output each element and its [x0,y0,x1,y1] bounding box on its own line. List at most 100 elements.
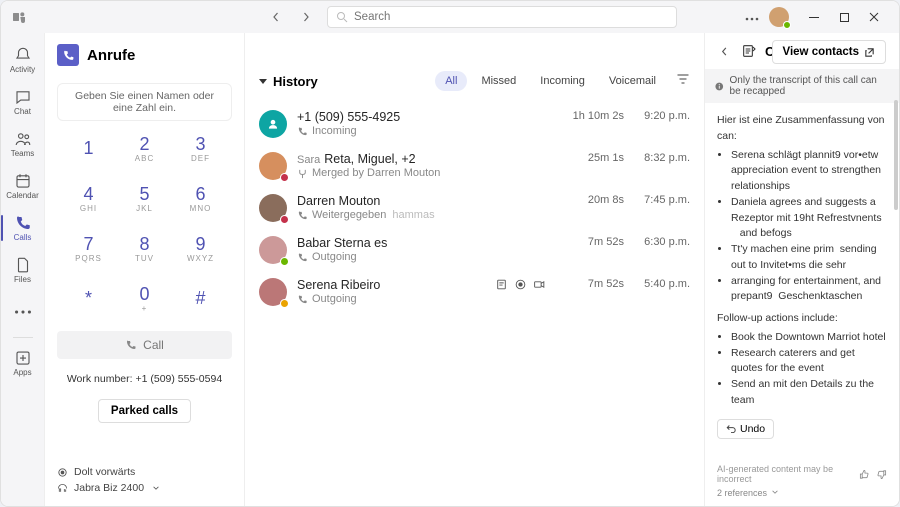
scrollbar[interactable] [894,100,898,210]
rail-chat[interactable]: Chat [1,81,45,123]
row-subtitle: Outgoing [297,251,550,263]
recap-back-button[interactable] [715,42,733,60]
rail-teams[interactable]: Teams [1,123,45,165]
recap-bullet: Serena schlägt plannit9 vor•etw apprecia… [731,148,887,195]
device-selector[interactable]: Jabra Biz 2400 [57,480,232,496]
history-row[interactable]: Serena RibeiroOutgoing7m 52s5:40 p.m. [245,271,704,313]
transcript-icon[interactable] [495,278,508,291]
row-duration: 7m 52s [568,236,624,248]
minimize-button[interactable] [799,6,829,28]
dialer-panel: Anrufe Geben Sie einen Namen oder eine Z… [45,33,245,506]
presence-badge [783,21,791,29]
thumbs-down-icon[interactable] [876,469,887,480]
dialpad-key-6[interactable]: 6MNO [173,173,229,223]
history-row[interactable]: +1 (509) 555-4925Incoming1h 10m 2s9:20 p… [245,103,704,145]
avatar [259,236,287,264]
presence-dot [280,173,289,182]
row-duration: 20m 8s [568,194,624,206]
row-title: Serena Ribeiro [297,278,485,292]
presence-dot [280,299,289,308]
video-icon[interactable] [533,278,546,291]
calls-tile-icon [57,44,79,66]
recap-icon [741,43,757,59]
recap-references[interactable]: 2 references [705,488,899,506]
row-title: Babar Sterna es [297,236,550,250]
history-title[interactable]: History [259,74,318,89]
recap-followup: Send an mit den Details zu the team [731,377,887,409]
row-title: Darren Mouton [297,194,550,208]
dial-input[interactable]: Geben Sie einen Namen oder eine Zahl ein… [57,83,232,121]
rail-activity[interactable]: Activity [1,39,45,81]
recap-followup: Book the Downtown Marriot hotel [731,330,887,346]
presence-dot [280,257,289,266]
avatar [259,194,287,222]
history-row[interactable]: Babar Sterna esOutgoing 7m 52s 6:30 p.m. [245,229,704,271]
user-avatar[interactable] [769,7,789,27]
history-row[interactable]: Darren MoutonWeitergegebenhammas20m 8s7:… [245,187,704,229]
recap-followup: Research caterers and get quotes for the… [731,346,887,378]
dialpad-key-8[interactable]: 8TUV [117,223,173,273]
view-contacts-button[interactable]: View contacts [772,40,887,64]
dialpad-key-2[interactable]: 2ABC [117,123,173,173]
close-button[interactable] [859,6,889,28]
nav-forward-button[interactable] [295,6,317,28]
row-subtitle: Outgoing [297,293,485,305]
filter-icon[interactable] [676,72,690,91]
record-icon[interactable] [514,278,527,291]
row-subtitle: Merged by Darren Mouton [297,167,550,179]
avatar [259,278,287,306]
history-filters: All Missed Incoming Voicemail [435,71,690,91]
filter-incoming[interactable]: Incoming [530,71,595,91]
dialpad: 12ABC3DEF 4GHI5JKL6MNO 7PQRS8TUV9WXYZ *0+# [61,123,229,323]
titlebar [1,1,899,33]
row-title: +1 (509) 555-4925 [297,110,550,124]
search-icon [336,11,348,23]
recap-panel: Call recap Only the transcript of this c… [704,33,899,506]
rail-more[interactable] [1,291,45,333]
forward-setting[interactable]: Dolt vorwärts [57,464,232,480]
filter-voicemail[interactable]: Voicemail [599,71,666,91]
rail-calendar[interactable]: Calendar [1,165,45,207]
dialpad-key-0[interactable]: 0+ [117,273,173,323]
info-icon [715,81,724,92]
open-icon [864,47,875,58]
dialpad-key-4[interactable]: 4GHI [61,173,117,223]
recap-bullet: Daniela agrees and suggests a Rezeptor m… [731,195,887,242]
dialpad-key-*[interactable]: * [61,273,117,323]
history-row[interactable]: SaraReta, Miguel, +2Merged by Darren Mou… [245,145,704,187]
undo-icon [726,423,736,433]
rail-files[interactable]: Files [1,249,45,291]
thumbs-up-icon[interactable] [859,469,870,480]
row-duration: 1h 10m 2s [568,110,624,122]
row-time: 6:30 p.m. [634,236,690,248]
dialpad-key-5[interactable]: 5JKL [117,173,173,223]
dialpad-key-#[interactable]: # [173,273,229,323]
search-input[interactable] [354,11,668,23]
avatar [259,152,287,180]
dialpad-key-7[interactable]: 7PQRS [61,223,117,273]
history-panel: View contacts History All Missed Incomin… [245,33,704,506]
maximize-button[interactable] [829,6,859,28]
dialer-header: Anrufe [45,33,244,77]
filter-missed[interactable]: Missed [471,71,526,91]
recap-bullet: Tt'y machen eine prim sending out to Inv… [731,242,887,274]
chevron-down-icon [771,488,779,496]
recap-note: Only the transcript of this call can be … [705,69,899,103]
work-number: Work number: +1 (509) 555-0594 [45,373,244,385]
more-icon[interactable] [745,8,759,26]
row-duration: 7m 52s [568,278,624,290]
call-button[interactable]: Call [57,331,232,359]
search-box[interactable] [327,6,677,28]
nav-back-button[interactable] [265,6,287,28]
teams-logo-icon [11,9,27,25]
rail-apps[interactable]: Apps [1,342,45,384]
dialpad-key-1[interactable]: 1 [61,123,117,173]
app-rail: Activity Chat Teams Calendar Calls Files… [1,33,45,506]
row-duration: 25m 1s [568,152,624,164]
dialpad-key-3[interactable]: 3DEF [173,123,229,173]
dialpad-key-9[interactable]: 9WXYZ [173,223,229,273]
undo-button[interactable]: Undo [717,419,774,439]
rail-calls[interactable]: Calls [1,207,45,249]
parked-calls-button[interactable]: Parked calls [98,399,191,423]
filter-all[interactable]: All [435,71,467,91]
